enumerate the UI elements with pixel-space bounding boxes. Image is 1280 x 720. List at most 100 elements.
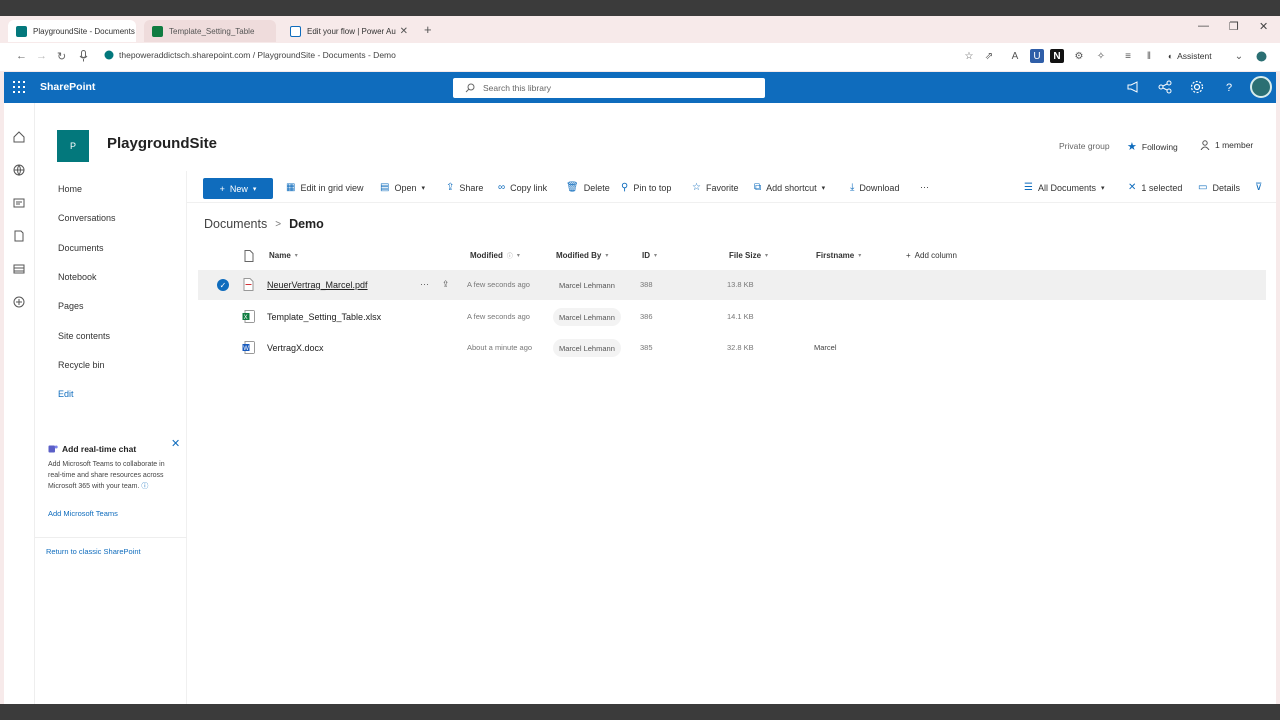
new-tab-button[interactable]: + — [424, 22, 432, 37]
site-logo[interactable]: P — [57, 130, 89, 162]
nav-item-conversations[interactable]: Conversations — [58, 213, 116, 223]
profile-icon[interactable] — [1254, 49, 1268, 63]
column-id[interactable]: ID ▾ — [642, 251, 657, 260]
modified-by-person[interactable]: Marcel Lehmann — [553, 339, 621, 357]
bookmark-star-icon[interactable]: ☆ — [962, 49, 976, 63]
tab-power-automate[interactable]: Edit your flow | Power Au ✕ — [282, 20, 414, 42]
close-tab-icon[interactable]: ✕ — [400, 26, 408, 37]
nav-item-notebook[interactable]: Notebook — [58, 272, 97, 282]
item-id: 386 — [640, 312, 653, 321]
file-icon[interactable] — [13, 230, 25, 242]
avatar[interactable] — [1250, 76, 1272, 98]
site-title[interactable]: PlaygroundSite — [107, 135, 217, 152]
nav-item-recycle-bin[interactable]: Recycle bin — [58, 360, 105, 370]
app-name[interactable]: SharePoint — [40, 81, 95, 93]
reload-icon[interactable]: ↻ — [57, 50, 66, 63]
column-modified[interactable]: Modified ⓘ ▾ — [470, 251, 520, 260]
translate-icon[interactable]: A — [1008, 49, 1022, 63]
chevron-down-icon[interactable]: ⌄ — [1232, 49, 1246, 63]
lists-icon[interactable] — [13, 263, 25, 275]
megaphone-icon[interactable] — [1126, 80, 1140, 94]
breadcrumb-documents[interactable]: Documents — [204, 217, 267, 231]
close-window-icon[interactable]: ✕ — [1259, 20, 1268, 33]
nav-item-home[interactable]: Home — [58, 184, 82, 194]
extension-u-icon[interactable]: U — [1030, 49, 1044, 63]
new-button[interactable]: + New ▾ — [203, 178, 273, 199]
address-bar: ← → ↻ thepoweraddictsch.sharepoint.com /… — [0, 43, 1280, 71]
audio-icon[interactable]: ‖ — [1142, 49, 1156, 63]
search-input[interactable]: Search this library — [453, 78, 765, 98]
file-name[interactable]: VertragX.docx — [267, 343, 324, 353]
tab-template-setting-table[interactable]: Template_Setting_Table — [144, 20, 276, 42]
share-link-icon[interactable]: ⇗ — [982, 49, 996, 63]
checkmark-icon[interactable]: ✓ — [217, 279, 229, 291]
excel-file-icon: X — [242, 310, 255, 323]
minimize-icon[interactable]: — — [1198, 20, 1209, 32]
assistant-icon: ◐ — [1168, 51, 1174, 61]
extension-puzzle-icon[interactable]: ✧ — [1094, 49, 1108, 63]
column-name[interactable]: Name ▾ — [269, 251, 298, 260]
share-button[interactable]: ⇪ Share — [446, 182, 483, 193]
clear-selection-button[interactable]: ✕ 1 selected — [1128, 182, 1182, 193]
more-button[interactable]: ··· — [920, 182, 929, 192]
delete-button[interactable]: 🗑︎ Delete — [566, 182, 610, 193]
forward-icon[interactable]: → — [36, 50, 47, 62]
table-row[interactable]: X Template_Setting_Table.xlsx A few seco… — [198, 302, 1266, 332]
table-row[interactable]: W VertragX.docx About a minute ago Marce… — [198, 333, 1266, 363]
create-icon[interactable] — [13, 296, 25, 308]
settings-gear-icon[interactable] — [1190, 80, 1204, 94]
classic-sharepoint-link[interactable]: Return to classic SharePoint — [46, 547, 141, 556]
grid-icon: ▦ — [286, 182, 296, 193]
follow-button[interactable]: ★ Following — [1127, 140, 1178, 153]
add-teams-link[interactable]: Add Microsoft Teams — [48, 509, 118, 518]
details-label: Details — [1212, 182, 1240, 193]
view-selector[interactable]: ☰ All Documents ▾ — [1024, 182, 1105, 193]
members-button[interactable]: 1 member — [1200, 140, 1253, 150]
table-row[interactable]: ✓ NeuerVertrag_Marcel.pdf ··· ⇪ A few se… — [198, 270, 1266, 300]
microphone-icon[interactable] — [79, 50, 88, 62]
nav-item-documents[interactable]: Documents — [58, 243, 104, 253]
chevron-down-icon: ▾ — [821, 184, 826, 192]
extension-gear-icon[interactable]: ⚙ — [1072, 49, 1086, 63]
url-field[interactable]: thepoweraddictsch.sharepoint.com / Playg… — [104, 50, 396, 60]
copy-link-button[interactable]: ∞ Copy link — [498, 182, 547, 193]
share-icon[interactable]: ⇪ — [442, 279, 450, 290]
maximize-icon[interactable]: ❐ — [1229, 20, 1239, 33]
info-icon[interactable]: ⓘ — [141, 483, 148, 490]
globe-icon[interactable] — [13, 164, 25, 176]
site-info-icon[interactable] — [104, 50, 114, 60]
assistant-button[interactable]: ◐ Assistent — [1168, 51, 1212, 61]
pin-top-button[interactable]: ⚲ Pin to top — [621, 182, 671, 193]
notion-icon[interactable]: N — [1050, 49, 1064, 63]
open-button[interactable]: ▤ Open ▾ — [380, 182, 425, 193]
app-launcher-icon[interactable] — [13, 81, 25, 93]
column-file-size[interactable]: File Size ▾ — [729, 251, 768, 260]
tab-playgroundsite[interactable]: PlaygroundSite - Documents — [8, 20, 136, 42]
nav-item-pages[interactable]: Pages — [58, 301, 84, 311]
nav-item-site-contents[interactable]: Site contents — [58, 331, 110, 341]
file-name[interactable]: NeuerVertrag_Marcel.pdf — [267, 280, 368, 290]
nav-edit-link[interactable]: Edit — [58, 389, 74, 399]
reading-list-icon[interactable]: ≡ — [1121, 49, 1135, 63]
edit-grid-button[interactable]: ▦ Edit in grid view — [286, 182, 363, 193]
favorite-button[interactable]: ☆ Favorite — [692, 182, 738, 193]
column-firstname[interactable]: Firstname ▾ — [816, 251, 861, 260]
back-icon[interactable]: ← — [16, 50, 27, 62]
download-button[interactable]: ⤓ Download — [850, 182, 899, 193]
modified-by-person[interactable]: Marcel Lehmann — [553, 276, 621, 294]
details-button[interactable]: ▭ Details — [1198, 182, 1240, 193]
close-icon[interactable]: ✕ — [171, 437, 180, 450]
share-network-icon[interactable] — [1158, 80, 1172, 94]
column-modified-by[interactable]: Modified By ▾ — [556, 251, 608, 260]
file-name[interactable]: Template_Setting_Table.xlsx — [267, 312, 381, 322]
help-icon[interactable]: ? — [1222, 80, 1236, 94]
news-icon[interactable] — [13, 197, 25, 209]
home-icon[interactable] — [13, 131, 25, 143]
file-type-icon[interactable] — [244, 250, 254, 262]
more-actions-icon[interactable]: ··· — [420, 279, 429, 289]
filter-button[interactable]: ⊽ — [1255, 182, 1262, 193]
modified-by-person[interactable]: Marcel Lehmann — [553, 308, 621, 326]
add-shortcut-button[interactable]: ⧉ Add shortcut ▾ — [754, 182, 825, 193]
add-column-button[interactable]: + Add column — [906, 251, 957, 260]
breadcrumb: Documents > Demo — [204, 217, 324, 231]
